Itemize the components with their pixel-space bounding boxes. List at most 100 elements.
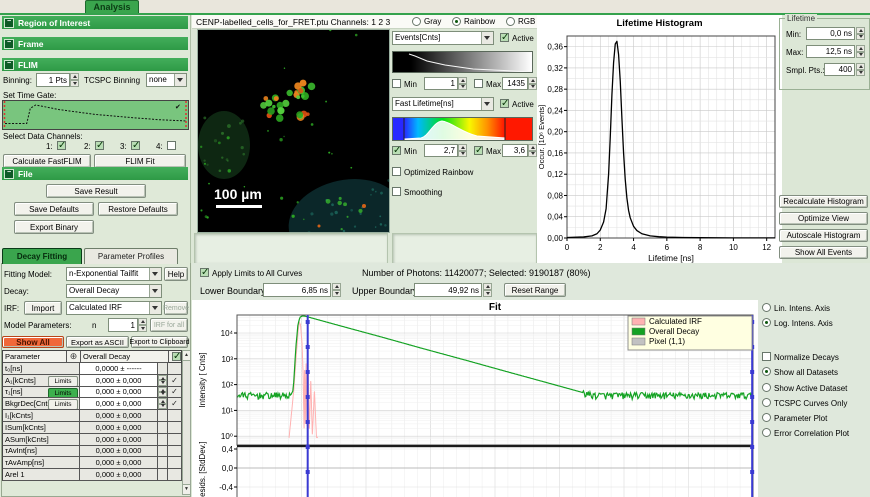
optimized-rainbow-checkbox[interactable] [392, 167, 401, 176]
param-spinner[interactable] [158, 398, 167, 409]
param-fit-checkbox[interactable]: ✓ [171, 387, 178, 396]
lifetime-max-checkbox[interactable] [474, 146, 483, 155]
fit-option-tcspc-curves-only-radio[interactable] [762, 398, 771, 407]
fast-lifetime-active-checkbox[interactable] [500, 99, 509, 108]
events-min-spinner[interactable] [458, 77, 467, 90]
lifetime-max-input[interactable]: 3,6 [502, 144, 528, 157]
param-fit-checkbox[interactable]: ✓ [171, 399, 178, 408]
tab-parameter-profiles[interactable]: Parameter Profiles [84, 248, 178, 264]
section-header-frame[interactable]: − Frame [2, 37, 188, 50]
lifetime-min-checkbox[interactable] [392, 146, 401, 155]
param-value-1[interactable]: 0,000 ± 0,000 [80, 375, 158, 387]
restore-defaults-button[interactable]: Restore Defaults [98, 202, 178, 216]
section-header-file[interactable]: − File [2, 167, 188, 180]
fitting-model-dropdown[interactable]: n-Exponential Tailfit [66, 267, 162, 281]
recalculate-histogram-button[interactable]: Recalculate Histogram [779, 195, 868, 208]
flim-image[interactable]: 100 µm [197, 29, 390, 233]
lifetime-min-axis-spinner[interactable] [856, 27, 865, 40]
collapse-icon[interactable]: − [4, 169, 14, 179]
show-all-button[interactable]: Show All [2, 336, 64, 348]
events-min-input[interactable]: 1 [424, 77, 458, 90]
fit-option-normalize-decays-checkbox[interactable] [762, 352, 771, 361]
tab-decay-fitting[interactable]: Decay Fitting [2, 248, 82, 264]
irf-for-all-button[interactable]: IRF for all [150, 318, 188, 332]
section-header-roi[interactable]: − Region of Interest [2, 16, 188, 29]
gray-gradient-bar[interactable] [392, 51, 533, 73]
collapse-icon[interactable]: − [4, 18, 14, 28]
color-mode-radio-gray[interactable] [412, 17, 421, 26]
optimize-view-button[interactable]: Optimize View [779, 212, 868, 225]
param-value-0[interactable]: 0,0000 ± ------ [80, 363, 158, 375]
show-all-events-button[interactable]: Show All Events [779, 246, 868, 259]
chevron-down-icon[interactable] [149, 268, 161, 280]
fit-option-error-correlation-plot-radio[interactable] [762, 428, 771, 437]
spin-down-icon[interactable] [158, 380, 167, 385]
header-active-checkbox[interactable] [172, 352, 181, 361]
lifetime-min-spinner[interactable] [458, 144, 467, 157]
channel-3-checkbox[interactable] [131, 141, 140, 150]
param-spinner[interactable] [158, 387, 167, 398]
scroll-up-icon[interactable]: ▲ [183, 351, 190, 361]
events-max-checkbox[interactable] [474, 79, 483, 88]
tab-analysis[interactable]: Analysis [85, 0, 139, 14]
chevron-down-icon[interactable] [481, 32, 493, 44]
fit-option-log-intens-axis-radio[interactable] [762, 318, 771, 327]
collapse-icon[interactable]: − [4, 60, 14, 70]
spin-down-icon[interactable] [158, 392, 167, 397]
upper-boundary-spinner[interactable] [483, 283, 492, 297]
collapse-icon[interactable]: − [4, 39, 14, 49]
header-overall-decay[interactable]: Overall Decay [81, 351, 169, 363]
fit-option-show-all-datasets-radio[interactable] [762, 367, 771, 376]
chevron-down-icon[interactable] [149, 302, 161, 314]
channel-1-checkbox[interactable] [57, 141, 66, 150]
calculate-fastflim-button[interactable]: Calculate FastFLIM [3, 154, 91, 168]
fast-lifetime-dropdown[interactable]: Fast Lifetime[ns] [392, 97, 494, 111]
lower-boundary-input[interactable]: 6,85 ns [263, 283, 331, 297]
save-defaults-button[interactable]: Save Defaults [14, 202, 94, 216]
reset-range-button[interactable]: Reset Range [504, 283, 566, 297]
flim-fit-button[interactable]: FLIM Fit [94, 154, 186, 168]
limits-button[interactable]: Limits [48, 399, 78, 410]
chevron-down-icon[interactable] [149, 285, 161, 297]
export-ascii-button[interactable]: Export as ASCII [66, 336, 129, 348]
upper-boundary-input[interactable]: 49,92 ns [414, 283, 482, 297]
apply-limits-checkbox[interactable] [200, 268, 209, 277]
sampling-points-input[interactable]: 400 [824, 63, 855, 76]
fit-option-parameter-plot-radio[interactable] [762, 413, 771, 422]
events-min-checkbox[interactable] [392, 79, 401, 88]
irf-remove-button[interactable]: Remove [164, 301, 188, 315]
param-value-2[interactable]: 0,000 ± 0,000 [80, 387, 158, 399]
lifetime-max-axis-input[interactable]: 12,5 ns [806, 45, 855, 58]
global-fit-icon[interactable]: ⊕ [70, 351, 78, 362]
events-dropdown[interactable]: Events[Cnts] [392, 31, 494, 45]
parameter-table-scrollbar[interactable]: ▲▼ [182, 350, 191, 495]
lifetime-histogram-plot[interactable]: 0,000,040,080,120,160,200,240,280,320,36… [537, 15, 782, 265]
binning-spinner[interactable] [70, 73, 79, 87]
time-gate-graph[interactable]: ✔ [2, 100, 189, 130]
color-mode-radio-rgb[interactable] [506, 17, 515, 26]
section-header-flim[interactable]: − FLIM [2, 58, 188, 71]
chevron-down-icon[interactable] [174, 74, 186, 86]
param-spinner[interactable] [158, 375, 167, 386]
lifetime-min-input[interactable]: 2,7 [424, 144, 458, 157]
binning-input[interactable]: 1 Pts [36, 73, 70, 87]
events-max-spinner[interactable] [528, 77, 537, 90]
lifetime-max-spinner[interactable] [528, 144, 537, 157]
lifetime-max-axis-spinner[interactable] [856, 45, 865, 58]
spin-down-icon[interactable] [158, 404, 167, 409]
channel-4-checkbox[interactable] [167, 141, 176, 150]
tcspc-binning-dropdown[interactable]: none [146, 73, 187, 87]
channel-2-checkbox[interactable] [95, 141, 104, 150]
fit-option-show-active-dataset-radio[interactable] [762, 383, 771, 392]
color-mode-radio-rainbow[interactable] [452, 17, 461, 26]
fit-plot[interactable]: 10⁴10³10²10¹10⁰0,40,0-0,4FitIntensity [ … [192, 300, 758, 497]
fit-option-lin-intens-axis-radio[interactable] [762, 303, 771, 312]
export-binary-button[interactable]: Export Binary [14, 220, 94, 234]
sampling-points-spinner[interactable] [856, 63, 865, 76]
scroll-down-icon[interactable]: ▼ [183, 484, 190, 494]
autoscale-histogram-button[interactable]: Autoscale Histogram [779, 229, 868, 242]
rainbow-gradient-bar[interactable] [392, 117, 533, 141]
chevron-down-icon[interactable] [481, 98, 493, 110]
help-button[interactable]: Help [164, 267, 188, 281]
model-parameters-input[interactable]: 1 [108, 318, 138, 332]
